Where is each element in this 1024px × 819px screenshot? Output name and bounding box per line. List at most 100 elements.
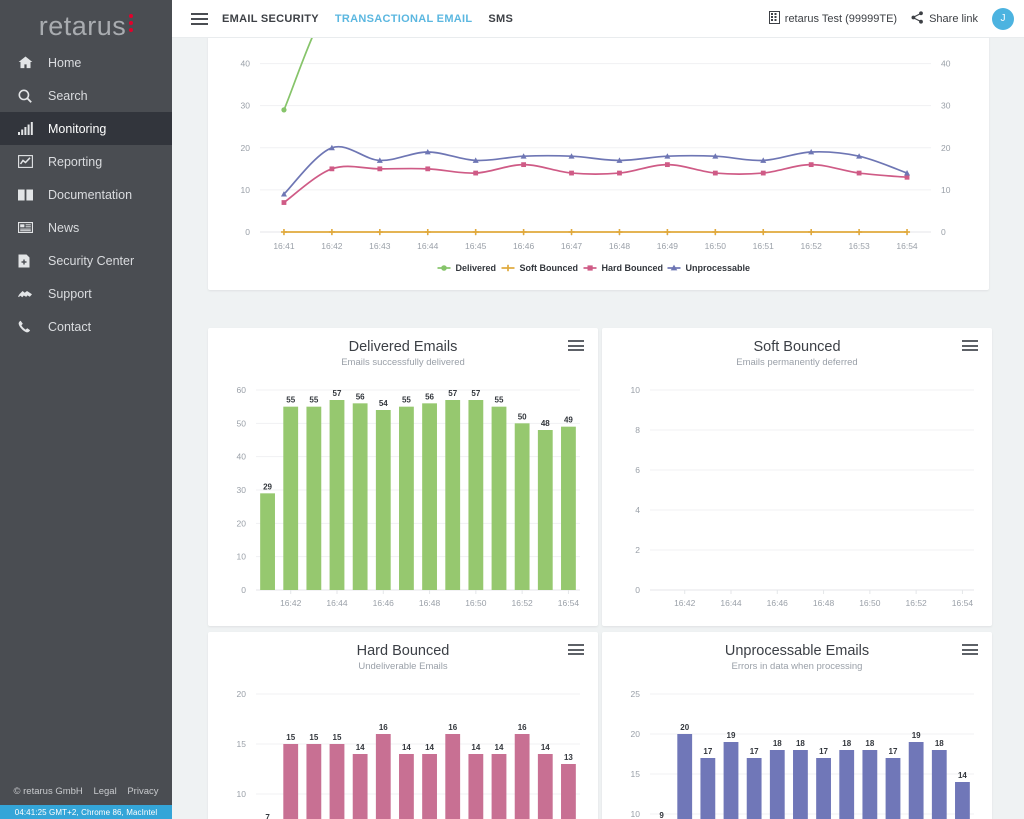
bars: 920171917181817181817191814 [654,723,970,819]
sidebar-item-support[interactable]: Support [0,277,172,310]
bar[interactable] [260,493,275,590]
unprocessable-bar-chart[interactable]: 051015202592017191718181718181719181416:… [602,672,992,819]
hamburger-menu-icon[interactable] [962,340,978,351]
newspaper-icon [18,220,40,236]
bar[interactable] [445,734,460,819]
bar[interactable] [561,764,576,819]
bar[interactable] [422,754,437,819]
bar-value-label: 57 [471,389,480,398]
bar[interactable] [422,403,437,590]
bar[interactable] [886,758,901,819]
tab-transactional-email[interactable]: TRANSACTIONAL EMAIL [335,13,473,25]
bar[interactable] [353,403,368,590]
sidebar-item-search[interactable]: Search [0,79,172,112]
avatar[interactable]: J [992,8,1014,30]
bar[interactable] [932,750,947,819]
hard-bounced-bar-chart[interactable]: 0510152071515151416141416141416141316:42… [208,672,598,819]
hamburger-icon[interactable] [182,13,216,25]
hamburger-menu-icon[interactable] [568,644,584,655]
bar[interactable] [700,758,715,819]
tab-email-security[interactable]: EMAIL SECURITY [222,13,319,25]
bar[interactable] [330,744,345,819]
svg-text:16:41: 16:41 [273,241,295,251]
bar-value-label: 7 [265,813,270,819]
sidebar-item-documentation[interactable]: Documentation [0,178,172,211]
svg-text:10: 10 [631,385,641,395]
delivered-bar-chart[interactable]: 0102030405060295555575654555657575550484… [208,368,598,631]
bar[interactable] [283,407,298,590]
sidebar-item-security-center[interactable]: Security Center [0,244,172,277]
svg-text:20: 20 [237,518,247,528]
svg-text:0: 0 [635,585,640,595]
card-subtitle: Emails permanently deferred [602,357,992,368]
bar[interactable] [909,742,924,819]
tab-sms[interactable]: SMS [488,13,513,25]
svg-text:16:54: 16:54 [896,241,918,251]
bar[interactable] [862,750,877,819]
bar[interactable] [770,750,785,819]
bar[interactable] [747,758,762,819]
bar[interactable] [353,754,368,819]
hamburger-menu-icon[interactable] [568,340,584,351]
bar[interactable] [376,734,391,819]
bar[interactable] [445,400,460,590]
soft_bounced-chart-svg: 024681016:4216:4416:4616:4816:5016:5216:… [602,368,992,626]
card-subtitle: Errors in data when processing [602,661,992,672]
sidebar-item-home[interactable]: Home [0,46,172,79]
bar[interactable] [677,734,692,819]
bar[interactable] [793,750,808,819]
svg-text:16:49: 16:49 [657,241,679,251]
bar-value-label: 17 [889,747,898,756]
bar[interactable] [839,750,854,819]
bar[interactable] [492,754,507,819]
bar[interactable] [538,430,553,590]
bar[interactable] [955,782,970,819]
hamburger-menu-icon[interactable] [962,644,978,655]
sidebar-item-reporting[interactable]: Reporting [0,145,172,178]
bar[interactable] [399,754,414,819]
chart-card-delivered: Delivered Emails Emails successfully del… [208,328,598,626]
bar-value-label: 49 [564,416,573,425]
sidebar-item-news[interactable]: News [0,211,172,244]
legend-item-soft-bounced[interactable]: Soft Bounced [502,263,579,273]
share-link-button[interactable]: Share link [911,11,978,27]
bar-value-label: 50 [518,412,527,421]
legend-item-delivered[interactable]: Delivered [438,263,497,273]
sidebar-item-monitoring[interactable]: Monitoring [0,112,172,145]
bar[interactable] [515,423,530,590]
bar[interactable] [468,754,483,819]
account-selector[interactable]: retarus Test (99999TE) [769,11,897,27]
bar[interactable] [538,754,553,819]
bar[interactable] [376,410,391,590]
sidebar-item-contact[interactable]: Contact [0,310,172,343]
sidebar-item-label: Home [48,56,81,70]
privacy-link[interactable]: Privacy [127,786,158,797]
overview-line-chart[interactable]: 001010202030304040505016:4116:4216:4316:… [208,8,989,290]
bar[interactable] [492,407,507,590]
chart-card-hard-bounced: Hard Bounced Undeliverable Emails 051015… [208,632,598,819]
svg-text:40: 40 [241,59,251,69]
retarus-logo[interactable]: retarus [0,0,172,46]
svg-text:15: 15 [237,739,247,749]
status-bar: 04:41:25 GMT+2, Chrome 86, MacIntel [0,805,172,819]
bar[interactable] [399,407,414,590]
chart-card-unprocessable: Unprocessable Emails Errors in data when… [602,632,992,819]
svg-text:Delivered: Delivered [456,263,497,273]
bar[interactable] [515,734,530,819]
bar[interactable] [306,744,321,819]
legend-item-unprocessable[interactable]: Unprocessable [668,263,751,273]
legend-item-hard-bounced[interactable]: Hard Bounced [584,263,664,273]
bar[interactable] [724,742,739,819]
line-chart-icon [18,154,40,170]
bar[interactable] [330,400,345,590]
legal-link[interactable]: Legal [93,786,116,797]
bar[interactable] [561,427,576,590]
sidebar-item-label: Monitoring [48,122,106,136]
soft-bounced-bar-chart[interactable]: 024681016:4216:4416:4616:4816:5016:5216:… [602,368,992,631]
svg-text:4: 4 [635,505,640,515]
bar[interactable] [306,407,321,590]
bar[interactable] [283,744,298,819]
svg-text:0: 0 [941,227,946,237]
bar[interactable] [816,758,831,819]
bar[interactable] [468,400,483,590]
